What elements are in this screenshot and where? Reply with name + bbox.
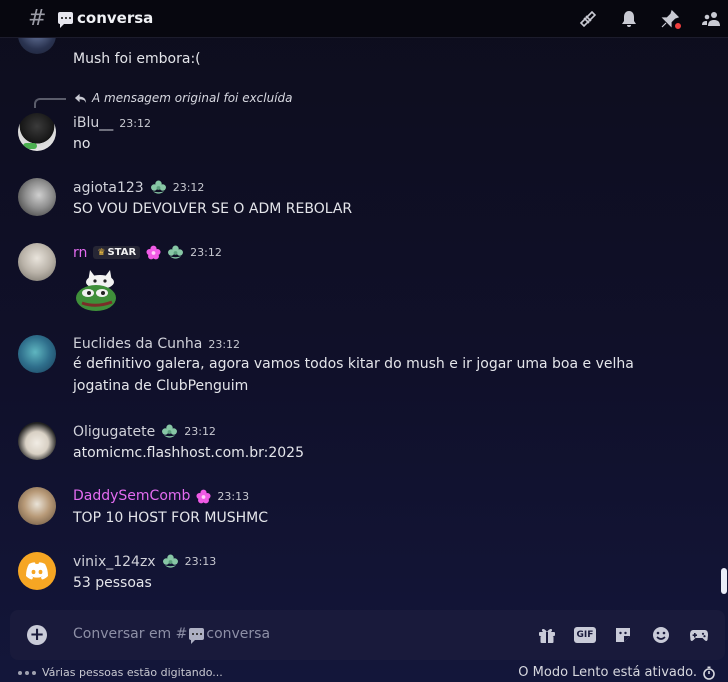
message: DaddySemComb 23:13 TOP 10 HOST FOR MUSHM… [0, 487, 718, 537]
activities-icon[interactable] [687, 623, 711, 647]
avatar[interactable] [18, 552, 56, 590]
message-input[interactable]: Conversar em # conversa [73, 626, 271, 644]
timestamp: 23:13 [217, 489, 250, 503]
scrollbar-thumb[interactable] [721, 568, 727, 594]
crown-icon: ♛ [97, 247, 106, 258]
flower-badge-icon [162, 424, 178, 438]
avatar[interactable] [18, 487, 56, 525]
message-header: vinix_124zx 23:13 [73, 553, 216, 570]
message-header: DaddySemComb 23:13 [73, 488, 249, 504]
message-text: atomicmc.flashhost.com.br:2025 [73, 445, 304, 461]
username[interactable]: DaddySemComb [73, 488, 190, 504]
timestamp: 23:12 [208, 337, 241, 351]
message-list[interactable]: Mush foi embora:( A mensagem original fo… [0, 38, 718, 608]
username[interactable]: rn [73, 245, 87, 261]
avatar[interactable] [18, 335, 56, 373]
speech-bubble-icon [58, 12, 73, 28]
stopwatch-icon [703, 666, 715, 680]
avatar[interactable] [18, 422, 56, 460]
timestamp: 23:12 [184, 425, 216, 438]
pepe-sticker[interactable] [74, 268, 122, 312]
message-text: TOP 10 HOST FOR MUSHMC [73, 510, 269, 526]
message-text: 53 pessoas [73, 575, 152, 591]
threads-icon[interactable] [577, 8, 599, 30]
server-tag: ♛ STAR [93, 246, 141, 259]
message-header: agiota123 23:12 [73, 179, 204, 196]
username[interactable]: agiota123 [73, 180, 144, 196]
reply-text: A mensagem original foi excluída [92, 91, 293, 105]
timestamp: 23:12 [119, 116, 151, 130]
sticker-icon[interactable] [611, 623, 635, 647]
timestamp: 23:13 [184, 555, 217, 568]
hash-icon: # [28, 6, 47, 31]
message: Euclides da Cunha 23:12 é definitivo gal… [0, 335, 718, 405]
bell-icon[interactable] [618, 8, 640, 30]
channel-header: # conversa [0, 0, 728, 38]
booster-flower-icon [146, 245, 161, 260]
flower-badge-icon [162, 554, 178, 568]
reply-arrow-icon [74, 93, 87, 103]
channel-name: conversa [77, 9, 154, 27]
message-header: iBlu__ 23:12 [73, 115, 151, 131]
speech-bubble-icon [189, 628, 205, 644]
unread-dot [674, 22, 682, 30]
avatar[interactable] [18, 243, 56, 281]
slowmode-text: O Modo Lento está ativado. [518, 665, 697, 680]
message-header: rn ♛ STAR 23:12 [73, 244, 222, 261]
avatar[interactable] [18, 178, 56, 216]
message-header: Euclides da Cunha 23:12 [73, 336, 240, 352]
avatar[interactable] [18, 113, 56, 151]
message-header: Oligugatete 23:12 [73, 423, 216, 440]
username[interactable]: Oligugatete [73, 424, 155, 440]
placeholder-text: Conversar em # [73, 626, 188, 642]
add-attachment-button[interactable]: + [27, 625, 47, 645]
reply-connector [34, 98, 66, 108]
message: Oligugatete 23:12 atomicmc.flashhost.com… [0, 422, 718, 472]
flower-badge-icon [150, 180, 166, 194]
members-icon[interactable] [700, 8, 722, 30]
booster-flower-icon [196, 489, 211, 503]
typing-dots-icon [18, 670, 36, 675]
slowmode-indicator: O Modo Lento está ativado. [518, 665, 716, 680]
placeholder-channel: conversa [206, 626, 271, 642]
message: Mush foi embora:( [0, 38, 718, 72]
pin-icon[interactable] [659, 8, 682, 30]
username[interactable]: iBlu__ [73, 115, 113, 131]
message-text: no [73, 136, 91, 152]
message-text: é definitivo galera, agora vamos todos k… [73, 356, 634, 394]
message-text: SO VOU DEVOLVER SE O ADM REBOLAR [73, 201, 353, 217]
message: agiota123 23:12 SO VOU DEVOLVER SE O ADM… [0, 178, 718, 228]
discord-logo-icon [26, 562, 48, 580]
username[interactable]: Euclides da Cunha [73, 336, 202, 352]
gif-button[interactable]: GIF [573, 623, 597, 647]
message: vinix_124zx 23:13 53 pessoas [0, 552, 718, 602]
message-composer[interactable]: + Conversar em # conversa GIF [10, 610, 725, 660]
timestamp: 23:12 [190, 246, 222, 259]
avatar[interactable] [18, 38, 56, 54]
typing-indicator: Várias pessoas estão digitando... [18, 666, 223, 679]
typing-text: Várias pessoas estão digitando... [42, 666, 223, 679]
timestamp: 23:12 [172, 181, 205, 194]
message: A mensagem original foi excluída iBlu__ … [0, 88, 718, 158]
gift-icon[interactable] [535, 623, 559, 647]
status-footer: Várias pessoas estão digitando... O Modo… [0, 664, 728, 682]
emoji-icon[interactable] [649, 623, 673, 647]
reply-preview[interactable]: A mensagem original foi excluída [74, 91, 293, 105]
message: rn ♛ STAR 23:12 [0, 243, 718, 323]
message-text: Mush foi embora:( [73, 51, 201, 67]
flower-badge-icon [168, 245, 184, 259]
channel-title: conversa [58, 9, 154, 28]
username[interactable]: vinix_124zx [73, 554, 156, 570]
